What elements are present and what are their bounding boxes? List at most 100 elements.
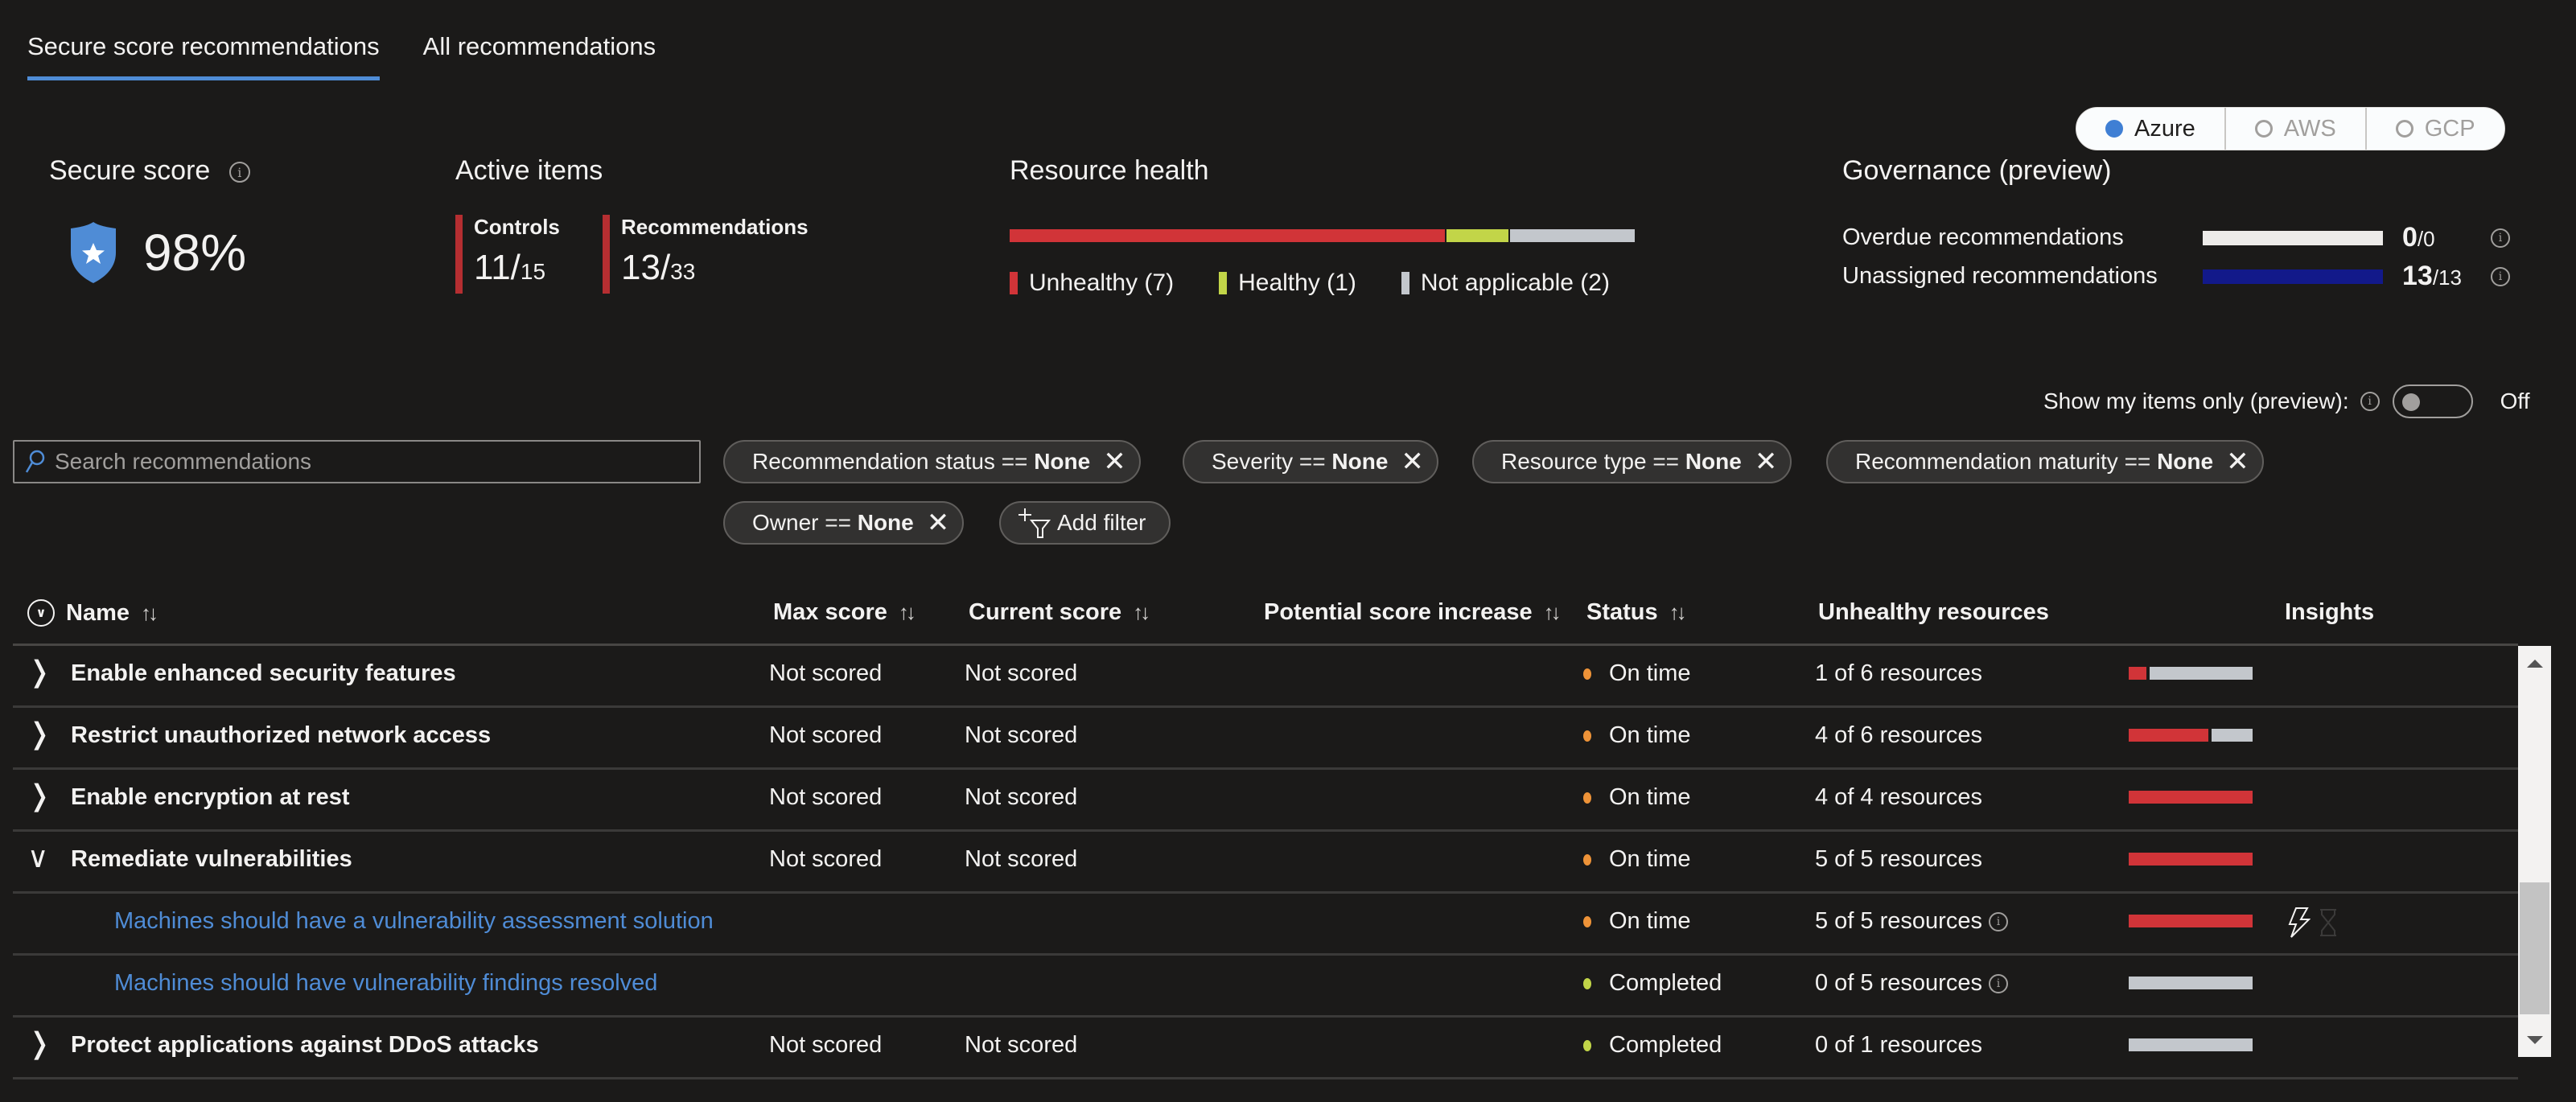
- close-icon[interactable]: ✕: [1103, 446, 1126, 478]
- max-score: Not scored: [769, 722, 883, 748]
- resource-health-mini-bar: [2129, 915, 2253, 927]
- column-current-score[interactable]: Current score ↑↓: [969, 599, 1150, 626]
- chevron-right-icon[interactable]: ❭: [27, 656, 51, 689]
- close-icon[interactable]: ✕: [927, 507, 950, 539]
- filter-severity[interactable]: Severity == None ✕: [1183, 440, 1438, 483]
- status: On time: [1583, 722, 1691, 749]
- governance-bar: [2203, 269, 2383, 284]
- unhealthy-segment: [2129, 915, 2253, 927]
- search-input[interactable]: [55, 449, 682, 475]
- status: Completed: [1583, 1032, 1722, 1059]
- legend-not-applicable[interactable]: Not applicable (2): [1401, 269, 1610, 297]
- control-row[interactable]: ∨ Remediate vulnerabilities Not scored Not …: [13, 832, 2518, 894]
- info-icon[interactable]: i: [1988, 911, 2008, 931]
- shield-star-icon: [71, 222, 116, 283]
- recommendation-link[interactable]: Machines should have vulnerability findi…: [114, 970, 657, 997]
- filter-label: Resource type == None: [1501, 449, 1742, 474]
- secure-score-heading: Secure score i: [49, 155, 250, 187]
- cloud-option-aws[interactable]: AWS: [2226, 108, 2367, 150]
- governance-count[interactable]: 0/0: [2402, 222, 2491, 253]
- table-scrollbar[interactable]: [2518, 646, 2551, 1057]
- health-bar-segment: [1010, 229, 1446, 242]
- control-row[interactable]: ❭ Enable encryption at rest Not scored Not …: [13, 770, 2518, 832]
- unhealthy-resources: 0 of 5 resources i: [1815, 970, 2008, 997]
- column-status[interactable]: Status ↑↓: [1586, 599, 1687, 626]
- tab-all-recommendations[interactable]: All recommendations: [423, 32, 656, 80]
- unhealthy-segment: [2129, 791, 2253, 804]
- control-row[interactable]: ❭ Protect applications against DDoS attac…: [13, 1018, 2518, 1079]
- active-controls[interactable]: Controls 11/15: [455, 215, 560, 294]
- add-filter-button[interactable]: Add filter: [999, 501, 1171, 545]
- max-score: Not scored: [769, 846, 883, 872]
- search-icon: [25, 450, 45, 473]
- quick-fix-icon[interactable]: [2286, 907, 2311, 939]
- show-my-items-toggle[interactable]: [2392, 384, 2473, 418]
- control-row[interactable]: ❭ Restrict unauthorized network access Not…: [13, 708, 2518, 770]
- sort-icon[interactable]: ↑↓: [899, 600, 916, 625]
- secure-score-value: 98%: [143, 224, 247, 282]
- active-items-title: Active items: [455, 155, 603, 186]
- info-icon[interactable]: i: [1988, 973, 2008, 993]
- legend-label: Healthy (1): [1238, 269, 1356, 296]
- filter-label: Recommendation status == None: [752, 449, 1091, 474]
- control-name[interactable]: Enable enhanced security features: [71, 660, 456, 687]
- scroll-thumb[interactable]: [2520, 882, 2549, 1014]
- controls-value: 11/15: [474, 248, 546, 287]
- resource-health-mini-bar: [2129, 977, 2253, 989]
- close-icon[interactable]: ✕: [2226, 446, 2249, 478]
- legend-unhealthy[interactable]: Unhealthy (7): [1010, 269, 1174, 297]
- filter-owner[interactable]: Owner == None ✕: [723, 501, 965, 545]
- control-name[interactable]: Enable encryption at rest: [71, 784, 350, 811]
- scroll-down-icon[interactable]: [2527, 1036, 2543, 1044]
- column-insights[interactable]: Insights: [2285, 599, 2374, 626]
- scroll-up-icon[interactable]: [2527, 660, 2543, 668]
- sort-icon[interactable]: ↑↓: [141, 601, 158, 626]
- control-name[interactable]: Protect applications against DDoS attack…: [71, 1032, 539, 1059]
- close-icon[interactable]: ✕: [1755, 446, 1778, 478]
- filter-resource-type[interactable]: Resource type == None ✕: [1472, 440, 1792, 483]
- active-recommendations[interactable]: Recommendations 13/33: [603, 215, 809, 294]
- column-name[interactable]: ∨ Name ↑↓: [27, 599, 158, 627]
- info-icon[interactable]: i: [228, 162, 250, 183]
- resource-health-title: Resource health: [1010, 155, 1209, 186]
- chevron-right-icon[interactable]: ❭: [27, 779, 51, 812]
- column-unhealthy-resources[interactable]: Unhealthy resources: [1818, 599, 2049, 626]
- chevron-down-icon[interactable]: ∨: [27, 841, 48, 874]
- info-icon[interactable]: i: [2491, 228, 2510, 248]
- legend-healthy[interactable]: Healthy (1): [1219, 269, 1356, 297]
- recommendation-link[interactable]: Machines should have a vulnerability ass…: [114, 908, 714, 935]
- control-name[interactable]: Remediate vulnerabilities: [71, 846, 352, 873]
- tab-secure-score-recommendations[interactable]: Secure score recommendations: [27, 32, 380, 80]
- filter-label: Severity == None: [1212, 449, 1389, 474]
- unhealthy-resources: 5 of 5 resources: [1815, 846, 1982, 872]
- recommendation-row[interactable]: Machines should have vulnerability findi…: [13, 956, 2518, 1018]
- hourglass-icon[interactable]: [2317, 908, 2339, 937]
- column-max-score[interactable]: Max score ↑↓: [773, 599, 916, 626]
- expand-all-icon[interactable]: ∨: [27, 599, 55, 627]
- filter-label: Recommendation maturity == None: [1855, 449, 2214, 474]
- status-dot-icon: [1583, 915, 1591, 927]
- legend-label: Unhealthy (7): [1029, 269, 1175, 296]
- control-name[interactable]: Restrict unauthorized network access: [71, 722, 491, 749]
- control-row[interactable]: ❭ Enable enhanced security features Not sc…: [13, 646, 2518, 708]
- recommendation-row[interactable]: Machines should have a vulnerability ass…: [13, 894, 2518, 956]
- sort-icon[interactable]: ↑↓: [1544, 600, 1562, 625]
- info-icon[interactable]: i: [2491, 266, 2510, 286]
- sort-icon[interactable]: ↑↓: [1133, 600, 1150, 625]
- governance-unassigned-row: Unassigned recommendations 13/13 i: [1842, 261, 2510, 292]
- cloud-option-azure[interactable]: Azure: [2076, 108, 2226, 150]
- table-header: ∨ Name ↑↓ Max score ↑↓ Current score ↑↓ Pot…: [13, 591, 2518, 646]
- toggle-state-label: Off: [2500, 389, 2530, 413]
- column-potential-score-increase[interactable]: Potential score increase ↑↓: [1264, 599, 1562, 626]
- legend-swatch: [1010, 272, 1018, 294]
- chevron-right-icon[interactable]: ❭: [27, 1027, 51, 1060]
- filter-recommendation-status[interactable]: Recommendation status == None ✕: [723, 440, 1141, 483]
- close-icon[interactable]: ✕: [1401, 446, 1424, 478]
- governance-count[interactable]: 13/13: [2402, 261, 2491, 292]
- filter-recommendation-maturity[interactable]: Recommendation maturity == None ✕: [1826, 440, 2264, 483]
- cloud-option-gcp[interactable]: GCP: [2367, 108, 2504, 150]
- sort-icon[interactable]: ↑↓: [1669, 600, 1687, 625]
- cloud-option-label: GCP: [2424, 115, 2475, 142]
- info-icon[interactable]: i: [2360, 392, 2380, 411]
- chevron-right-icon[interactable]: ❭: [27, 718, 51, 750]
